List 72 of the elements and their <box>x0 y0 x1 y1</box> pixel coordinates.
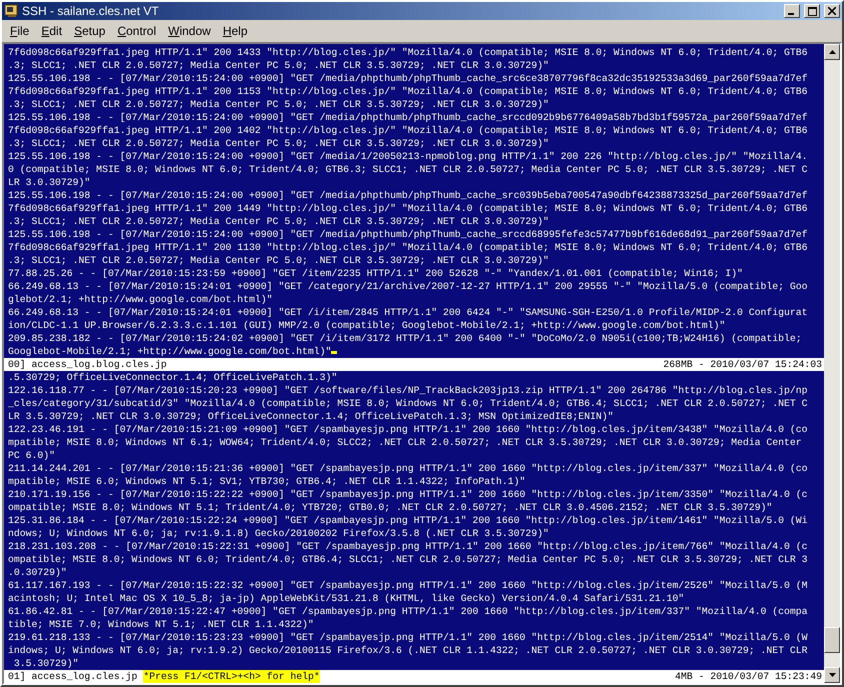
down-arrow-icon <box>828 673 836 677</box>
log-line: ndows; U; Windows NT 6.0; ja; rv:1.9.1.8) Gecko/20100202 Firefox/3.5.8 (.NET CLR 3.5.30729)" <box>8 527 550 540</box>
log-line: mpatible; MSIE 8.0; Windows NT 6.1; WOW64; Trident/4.0; SLCC2; .NET CLR 2.0.50727; .NET CLR 3.5.30729; .NET CLR 3.0.30729; Media Center <box>8 436 803 449</box>
help-hint: *Press F1/<CTRL>+<h> for help* <box>143 670 320 683</box>
log-line: .3; SLCC1; .NET CLR 2.0.50727; Media Center PC 5.0; .NET CLR 3.5.30729; .NET CLR 3.0.30729)" <box>8 254 550 267</box>
log-line: 61.86.42.81 - - [07/Mar/2010:15:22:47 +0900] "GET /spambayesjp.png HTTP/1.1" 200 1660 "http://blog.cles.jp/item/337" "Mozilla/4.0 (compa <box>8 605 809 618</box>
log-line: glebot/2.1; +http://www.google.com/bot.html)" <box>8 293 274 306</box>
scroll-thumb[interactable] <box>824 627 840 653</box>
log-line: 211.14.244.201 - - [07/Mar/2010:15:21:36 +0900] "GET /spambayesjp.png HTTP/1.1" 200 1660 "http://blog.cles.jp/item/337" "Mozilla/4.0 (co <box>8 462 809 475</box>
log-line: 7f6d098c66af929ffa1.jpeg HTTP/1.1" 200 1402 "http://blog.cles.jp/" "Mozilla/4.0 (compatible; MSIE 8.0; Windows NT 6.0; Trident/4.0; GTB6 <box>8 124 809 137</box>
log-line: .5.30729; OfficeLiveConnector.1.4; OfficeLivePatch.1.3)" <box>8 371 338 384</box>
status-info: 4MB - 2010/03/07 15:23:49 <box>675 670 822 683</box>
menu-item[interactable]: Help <box>216 22 254 38</box>
menu-item[interactable]: Window <box>162 22 217 38</box>
maximize-button[interactable] <box>804 4 820 18</box>
log-line: ion/CLDC-1.1 UP.Browser/6.2.3.3.c.1.101 (GUI) MMP/2.0 (compatible; Googlebot-Mobile/2.1; +http://www.google.com/bot.html)" <box>8 319 726 332</box>
log-line: 125.55.106.198 - - [07/Mar/2010:15:24:00 +0900] "GET /media/phpthumb/phpThumb_cache_src6ce38707796f8ca32dc35192533a3d69_par260f59aa7d7ef <box>8 72 809 85</box>
log-line: 125.55.106.198 - - [07/Mar/2010:15:24:00 +0900] "GET /media/1/20050213-npmoblog.png HTTP/1.1" 200 226 "http://blog.cles.jp/" "Mozilla/4. <box>8 150 809 163</box>
log-line: .0.30729)" <box>8 566 68 579</box>
scrollbar[interactable] <box>824 44 840 683</box>
cursor <box>331 351 338 354</box>
terminal-icon <box>4 4 18 18</box>
log-line: tible; MSIE 7.0; Windows NT 5.1; .NET CLR 1.1.4322)" <box>8 618 315 631</box>
menu-item[interactable]: Edit <box>35 22 68 38</box>
log-line: 125.55.106.198 - - [07/Mar/2010:15:24:00 +0900] "GET /media/phpthumb/phpThumb_cache_src039b5eba700547a90dbf64238873325d_par260f59aa7d7ef <box>8 189 809 202</box>
menu-item[interactable]: File <box>4 22 36 38</box>
log-line: 0 (compatible; MSIE 8.0; Windows NT 6.0; Trident/4.0; GTB6.3; SLCC1; .NET CLR 2.0.50727; Media Center PC 5.0; .NET CLR 3.5.30729; .NET C <box>8 163 809 176</box>
up-arrow-icon <box>828 50 836 54</box>
scroll-up-button[interactable] <box>824 44 840 60</box>
log-line: acintosh; U; Intel Mac OS X 10_5_8; ja-jp) AppleWebKit/531.21.8 (KHTML, like Gecko) Version/4.0.4 Safari/531.21.10" <box>8 592 686 605</box>
log-line: LR 3.5.30729; .NET CLR 3.0.30729; OfficeLiveConnector.1.4; OfficeLivePatch.1.3; MSN OptimizedIE8;ENIN)" <box>8 410 615 423</box>
menu-item[interactable]: Setup <box>68 22 112 38</box>
menu-item[interactable]: Control <box>111 22 162 38</box>
log-line: indows; U; Windows NT 6.0; ja; rv:1.9.2) Gecko/20100115 Firefox/3.6 (.NET CLR 1.1.4322; .NET CLR 2.0.50727; .NET CLR 3.0.30729; .NET CLR <box>8 644 809 657</box>
log-line: 7f6d098c66af929ffa1.jpeg HTTP/1.1" 200 1153 "http://blog.cles.jp/" "Mozilla/4.0 (compatible; MSIE 8.0; Windows NT 6.0; Trident/4.0; GTB6 <box>8 85 809 98</box>
log-line: 210.171.19.156 - - [07/Mar/2010:15:22:22 +0900] "GET /spambayesjp.png HTTP/1.1" 200 1660 "http://blog.cles.jp/item/3350" "Mozilla/4.0 (c <box>8 488 809 501</box>
log-line: 3.5.30729)" <box>12 657 80 670</box>
status-info: 268MB - 2010/03/07 15:24:03 <box>663 358 822 371</box>
log-line: .3; SLCC1; .NET CLR 2.0.50727; Media Center PC 5.0; .NET CLR 3.5.30729; .NET CLR 3.0.30729)" <box>8 98 550 111</box>
scroll-down-button[interactable] <box>824 667 840 683</box>
log-line: LR 3.0.30729)" <box>8 176 92 189</box>
log-line: mpatible; MSIE 6.0; Windows NT 5.1; SV1; YTB730; GTB6.4; .NET CLR 1.1.4322; InfoPath.1)" <box>8 475 526 488</box>
log-line: 7f6d098c66af929ffa1.jpeg HTTP/1.1" 200 1130 "http://blog.cles.jp/" "Mozilla/4.0 (compatible; MSIE 8.0; Windows NT 6.0; Trident/4.0; GTB6 <box>8 241 809 254</box>
status-file-name: 00] access_log.blog.cles.jp <box>8 358 167 371</box>
log-line: ompatible; MSIE 8.0; Windows NT 6.0; Trident/4.0; GTB6.4; SLCC1; .NET CLR 2.0.50727; Media Center PC 5.0; .NET CLR 3.5.30729; .NET CLR 3 <box>8 553 809 566</box>
log-line: 7f6d098c66af929ffa1.jpeg HTTP/1.1" 200 1449 "http://blog.cles.jp/" "Mozilla/4.0 (compatible; MSIE 8.0; Windows NT 6.0; Trident/4.0; GTB6 <box>8 202 809 215</box>
log-line: 66.249.68.13 - - [07/Mar/2010:15:24:01 +0900] "GET /i/item/2845 HTTP/1.1" 200 6424 "-" "SAMSUNG-SGH-E250/1.0 Profile/MIDP-2.0 Configurat <box>8 306 809 319</box>
window-title: SSH - sailane.cles.net VT <box>22 4 160 18</box>
log-line: 209.85.238.182 - - [07/Mar/2010:15:24:02 +0900] "GET /i/item/3172 HTTP/1.1" 200 6400 "-" "DoCoMo/2.0 N905i(c100;TB;W24H16) (compatible; <box>8 332 803 345</box>
log-line: 7f6d098c66af929ffa1.jpeg HTTP/1.1" 200 1433 "http://blog.cles.jp/" "Mozilla/4.0 (compatible; MSIE 8.0; Windows NT 6.0; Trident/4.0; GTB6 <box>8 46 809 59</box>
maximize-icon <box>808 6 816 16</box>
log-line: 219.61.218.133 - - [07/Mar/2010:15:23:23 +0900] "GET /spambayesjp.png HTTP/1.1" 200 1660 "http://blog.cles.jp/item/2514" "Mozilla/5.0 (W <box>8 631 809 644</box>
log-line: .3; SLCC1; .NET CLR 2.0.50727; Media Center PC 5.0; .NET CLR 3.5.30729; .NET CLR 3.0.30729)" <box>8 137 550 150</box>
log-line: 125.55.106.198 - - [07/Mar/2010:15:24:00 +0900] "GET /media/phpthumb/phpThumb_cache_srccd68995fefe3c57477b9bf616de68d91_par260f59aa7d7ef <box>8 228 809 241</box>
log-line: 218.231.103.208 - - [07/Mar/2010:15:22:31 +0900] "GET /spambayesjp.png HTTP/1.1" 200 1660 "http://blog.cles.jp/item/766" "Mozilla/4.0 (c <box>8 540 809 553</box>
log-line: 125.31.86.184 - - [07/Mar/2010:15:22:24 +0900] "GET /spambayesjp.png HTTP/1.1" 200 1660 "http://blog.cles.jp/item/1461" "Mozilla/5.0 (Wi <box>8 514 809 527</box>
log-line: ompatible; MSIE 8.0; Windows NT 5.1; Trident/4.0; YTB720; GTB0.0; .NET CLR 2.0.50727; .NET CLR 3.0.4506.2152; .NET CLR 3.5.30729)" <box>8 501 774 514</box>
close-button[interactable] <box>824 4 840 18</box>
log-line: _cles/category/31/subcatid/3" "Mozilla/4.0 (compatible; MSIE 8.0; Windows NT 6.0; Trident/4.0; GTB6.4; SLCC1; .NET CLR 2.0.50727; .NET C <box>8 397 809 410</box>
log-line: .3; SLCC1; .NET CLR 2.0.50727; Media Center PC 5.0; .NET CLR 3.5.30729; .NET CLR 3.0.30729)" <box>8 215 550 228</box>
minimize-button[interactable] <box>784 4 800 18</box>
log-line: 122.16.118.77 - - [07/Mar/2010:15:20:23 +0900] "GET /software/files/NP_TrackBack203jp13.zip HTTP/1.1" 200 264786 "http://blog.cles.jp/np <box>8 384 809 397</box>
log-line: Googlebot-Mobile/2.1; +http://www.google.com/bot.html)" <box>8 345 824 358</box>
close-icon <box>828 7 836 15</box>
log-line: 125.55.106.198 - - [07/Mar/2010:15:24:00 +0900] "GET /media/phpthumb/phpThumb_cache_srccd092b9b6776409a58b7bd3b1f59572a_par260f59aa7d7ef <box>8 111 809 124</box>
log-line: 122.23.46.191 - - [07/Mar/2010:15:21:09 +0900] "GET /spambayesjp.png HTTP/1.1" 200 1660 "http://blog.cles.jp/item/3438" "Mozilla/4.0 (co <box>8 423 809 436</box>
log-line: 66.249.68.13 - - [07/Mar/2010:15:24:01 +0900] "GET /category/21/archive/2007-12-27 HTTP/1.1" 200 29555 "-" "Mozilla/5.0 (compatible; Goo <box>8 280 809 293</box>
log-line: 77.88.25.26 - - [07/Mar/2010:15:23:59 +0900] "GET /item/2235 HTTP/1.1" 200 52628 "-" "Yandex/1.01.001 (compatible; Win16; I)" <box>8 267 744 280</box>
log-line: PC 6.0)" <box>8 449 56 462</box>
status-file-name: 01] access_log.cles.jp <box>8 670 138 683</box>
log-line: .3; SLCC1; .NET CLR 2.0.50727; Media Center PC 5.0; .NET CLR 3.5.30729; .NET CLR 3.0.30729)" <box>8 59 550 72</box>
log-line: 61.117.167.193 - - [07/Mar/2010:15:22:32 +0900] "GET /spambayesjp.png HTTP/1.1" 200 1660 "http://blog.cles.jp/item/2526" "Mozilla/5.0 (M <box>8 579 809 592</box>
